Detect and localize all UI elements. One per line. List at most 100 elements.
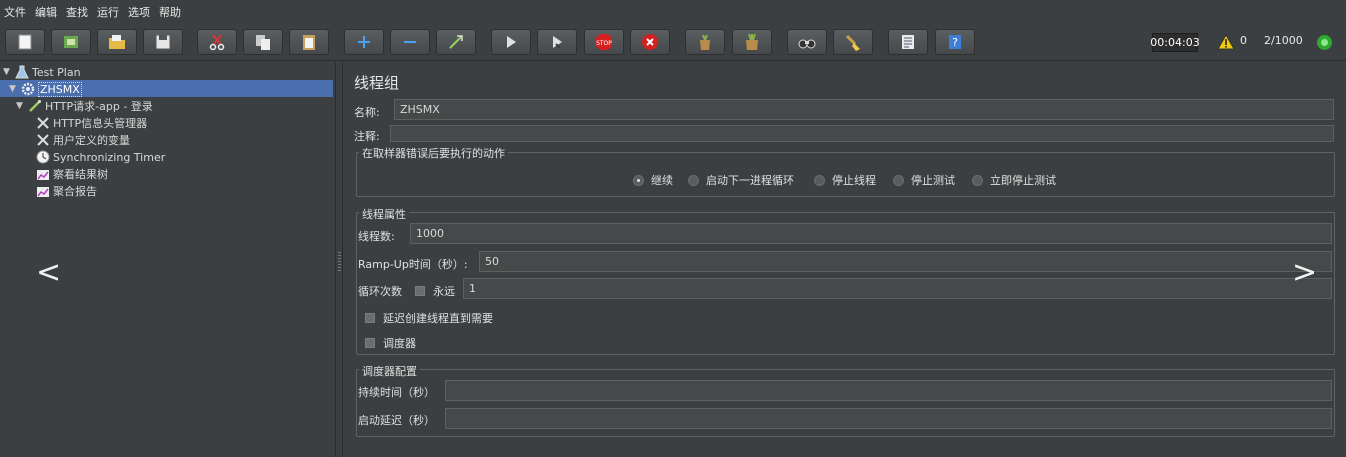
duration-label: 持续时间（秒） <box>358 386 435 399</box>
comment-label: 注释: <box>354 130 380 143</box>
search-icon <box>798 39 816 49</box>
help-icon: ? <box>949 35 961 49</box>
reset-search-button[interactable] <box>833 29 873 55</box>
menu-edit[interactable]: 编辑 <box>35 4 57 20</box>
paste-button[interactable] <box>289 29 329 55</box>
menu-search[interactable]: 查找 <box>66 4 88 20</box>
svg-text:?: ? <box>952 36 958 49</box>
stop-icon: STOP <box>596 34 612 50</box>
threads-field[interactable]: 1000 <box>410 223 1332 244</box>
function-helper-button[interactable] <box>888 29 928 55</box>
radio-dot <box>893 174 904 186</box>
paste-icon <box>303 35 315 50</box>
radio-start-next-loop[interactable]: 启动下一进程循环 <box>688 172 794 188</box>
forever-checkbox[interactable]: 永远 <box>415 283 455 299</box>
tree-node-sync-timer[interactable]: Synchronizing Timer <box>36 149 165 165</box>
checkbox-box <box>415 286 425 296</box>
toggle-button[interactable] <box>436 29 476 55</box>
tree-node-user-variables[interactable]: 用户定义的变量 <box>36 132 130 148</box>
error-action-title: 在取样器错误后要执行的动作 <box>359 145 508 161</box>
cut-button[interactable] <box>197 29 237 55</box>
gear-icon <box>21 82 35 96</box>
new-button[interactable] <box>5 29 45 55</box>
radio-stop-test-now[interactable]: 立即停止测试 <box>972 172 1056 188</box>
cut-icon <box>209 34 225 51</box>
search-button[interactable] <box>787 29 827 55</box>
collapse-button[interactable] <box>390 29 430 55</box>
graph-icon <box>36 167 50 181</box>
menu-help[interactable]: 帮助 <box>159 4 181 20</box>
expand-caret-icon[interactable]: ▼ <box>3 67 13 77</box>
checkbox-box <box>365 313 375 323</box>
prev-arrow-icon[interactable]: < <box>36 258 61 288</box>
shutdown-button[interactable] <box>630 29 670 55</box>
menu-options[interactable]: 选项 <box>128 4 150 20</box>
thread-properties-title: 线程属性 <box>359 206 409 222</box>
help-button[interactable]: ? <box>935 29 975 55</box>
expand-caret-icon[interactable]: ▼ <box>16 101 26 111</box>
start-button[interactable] <box>491 29 531 55</box>
start-no-pause-button[interactable] <box>537 29 577 55</box>
scheduler-checkbox[interactable]: 调度器 <box>365 335 416 351</box>
radio-dot <box>633 174 644 186</box>
templates-button[interactable] <box>51 29 91 55</box>
save-icon <box>155 34 171 50</box>
graph-icon <box>36 184 50 198</box>
templates-icon <box>64 36 78 48</box>
radio-label: 停止测试 <box>911 174 955 187</box>
radio-stop-test[interactable]: 停止测试 <box>893 172 955 188</box>
tree-node-label: 聚合报告 <box>53 185 97 198</box>
running-status-icon <box>1317 35 1332 50</box>
startup-delay-field[interactable] <box>445 408 1332 429</box>
tree-node-http-sampler[interactable]: ▼ HTTP请求-app - 登录 <box>16 98 153 114</box>
radio-continue[interactable]: 继续 <box>633 172 673 188</box>
clear-all-icon <box>746 33 758 50</box>
page-title: 线程组 <box>354 74 400 92</box>
open-button[interactable] <box>97 29 137 55</box>
radio-label: 立即停止测试 <box>990 174 1056 187</box>
menu-file[interactable]: 文件 <box>4 4 26 20</box>
duration-field[interactable] <box>445 380 1332 401</box>
radio-dot <box>688 174 699 186</box>
rampup-label: Ramp-Up时间（秒）: <box>358 258 468 271</box>
expand-button[interactable] <box>344 29 384 55</box>
open-icon <box>109 35 125 49</box>
function-helper-icon <box>902 35 914 49</box>
comment-field[interactable] <box>390 125 1334 142</box>
tree-node-results-tree[interactable]: 察看结果树 <box>36 166 108 182</box>
menu-run[interactable]: 运行 <box>97 4 119 20</box>
tree-node-test-plan[interactable]: ▼ Test Plan <box>3 64 81 80</box>
loop-count-field[interactable]: 1 <box>463 278 1332 299</box>
test-plan-tree: ▼ Test Plan ▼ ZHSMX ▼ HTTP请求-app - 登录 HT… <box>0 62 335 457</box>
copy-button[interactable] <box>243 29 283 55</box>
name-field[interactable]: ZHSMX <box>394 99 1334 120</box>
radio-label: 启动下一进程循环 <box>706 174 794 187</box>
tree-node-thread-group[interactable]: ▼ ZHSMX <box>9 81 82 97</box>
tree-node-label: HTTP信息头管理器 <box>53 117 148 130</box>
menu-bar: 文件 编辑 查找 运行 选项 帮助 <box>0 0 1346 23</box>
clock-icon <box>36 150 50 164</box>
tree-node-label: HTTP请求-app - 登录 <box>45 100 153 113</box>
expand-caret-icon[interactable]: ▼ <box>9 84 19 94</box>
radio-label: 停止线程 <box>832 174 876 187</box>
next-arrow-icon[interactable]: > <box>1292 258 1317 288</box>
clear-all-button[interactable] <box>732 29 772 55</box>
clear-button[interactable] <box>685 29 725 55</box>
rampup-field[interactable]: 50 <box>479 251 1332 272</box>
error-action-group: 在取样器错误后要执行的动作 继续 启动下一进程循环 停止线程 停止测试 立即停止… <box>356 145 1335 197</box>
split-pane-divider[interactable] <box>335 62 343 457</box>
elapsed-timer: 00:04:03 <box>1150 33 1200 52</box>
expand-icon <box>358 36 370 48</box>
thread-group-panel: 线程组 名称: ZHSMX 注释: 在取样器错误后要执行的动作 继续 启动下一进… <box>344 62 1346 457</box>
radio-dot <box>814 174 825 186</box>
radio-stop-thread[interactable]: 停止线程 <box>814 172 876 188</box>
delay-thread-creation-checkbox[interactable]: 延迟创建线程直到需要 <box>365 310 493 326</box>
tree-node-header-manager[interactable]: HTTP信息头管理器 <box>36 115 147 131</box>
tree-node-aggregate-report[interactable]: 聚合报告 <box>36 183 97 199</box>
warning-count: 0 <box>1240 34 1247 47</box>
stop-button[interactable]: STOP <box>584 29 624 55</box>
start-icon <box>507 36 516 48</box>
warning-icon <box>1217 34 1235 50</box>
save-button[interactable] <box>143 29 183 55</box>
checkbox-label: 调度器 <box>383 337 416 350</box>
